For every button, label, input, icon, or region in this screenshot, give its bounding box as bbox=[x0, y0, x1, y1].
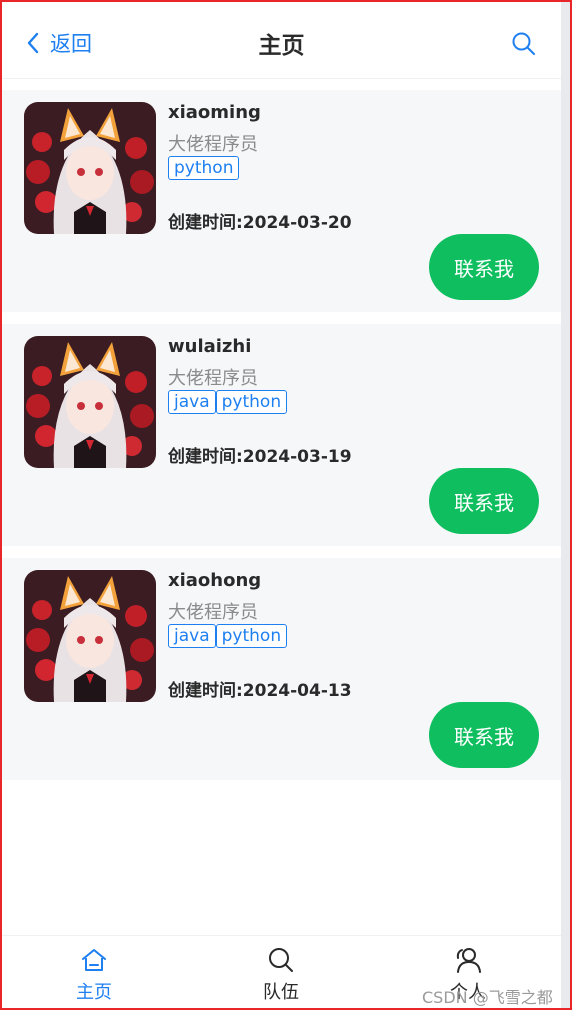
scrollbar-gutter bbox=[561, 2, 570, 1008]
tag: python bbox=[168, 156, 240, 180]
created-time: 创建时间:2024-04-13 bbox=[168, 681, 352, 701]
tab-team[interactable]: 队伍 bbox=[221, 946, 341, 1004]
username: xiaoming bbox=[168, 102, 261, 123]
search-icon bbox=[512, 32, 535, 55]
user-card[interactable]: xiaohong 大佬程序员 java python 创建时间:2024-04-… bbox=[2, 558, 561, 780]
tag: python bbox=[215, 624, 288, 648]
contact-button[interactable]: 联系我 bbox=[429, 702, 539, 768]
avatar[interactable] bbox=[24, 102, 156, 234]
user-card[interactable]: xiaoming 大佬程序员 python 创建时间:2024-03-20 联系… bbox=[2, 90, 561, 312]
tag: python bbox=[215, 390, 288, 414]
tab-home[interactable]: 主页 bbox=[34, 946, 154, 1004]
friends-icon bbox=[456, 948, 481, 973]
search-icon bbox=[269, 948, 293, 972]
search-button[interactable] bbox=[511, 31, 537, 61]
username: wulaizhi bbox=[168, 336, 252, 357]
watermark: CSDN @飞雪之都 bbox=[422, 988, 553, 1007]
avatar[interactable] bbox=[24, 570, 156, 702]
user-profile: 大佬程序员 bbox=[168, 368, 258, 389]
tag-list: java python bbox=[168, 390, 288, 414]
user-card-list: xiaoming 大佬程序员 python 创建时间:2024-03-20 联系… bbox=[2, 90, 561, 792]
tag-list: java python bbox=[168, 624, 288, 648]
user-card[interactable]: wulaizhi 大佬程序员 java python 创建时间:2024-03-… bbox=[2, 324, 561, 546]
tag: java bbox=[168, 624, 216, 648]
user-profile: 大佬程序员 bbox=[168, 602, 258, 623]
user-profile: 大佬程序员 bbox=[168, 134, 258, 155]
home-icon bbox=[82, 949, 106, 971]
created-time: 创建时间:2024-03-19 bbox=[168, 447, 352, 467]
avatar[interactable] bbox=[24, 336, 156, 468]
app-frame: 返回 主页 xiaoming 大佬程序员 python 创建时间:2024-03… bbox=[0, 0, 572, 1010]
nav-bar: 返回 主页 bbox=[2, 2, 561, 79]
contact-button[interactable]: 联系我 bbox=[429, 234, 539, 300]
contact-button[interactable]: 联系我 bbox=[429, 468, 539, 534]
username: xiaohong bbox=[168, 570, 262, 591]
created-time: 创建时间:2024-03-20 bbox=[168, 213, 352, 233]
tag: java bbox=[168, 390, 216, 414]
tab-label: 主页 bbox=[76, 982, 112, 1003]
tab-label: 队伍 bbox=[263, 982, 299, 1003]
tag-list: python bbox=[168, 156, 240, 180]
page-title: 主页 bbox=[258, 33, 305, 59]
